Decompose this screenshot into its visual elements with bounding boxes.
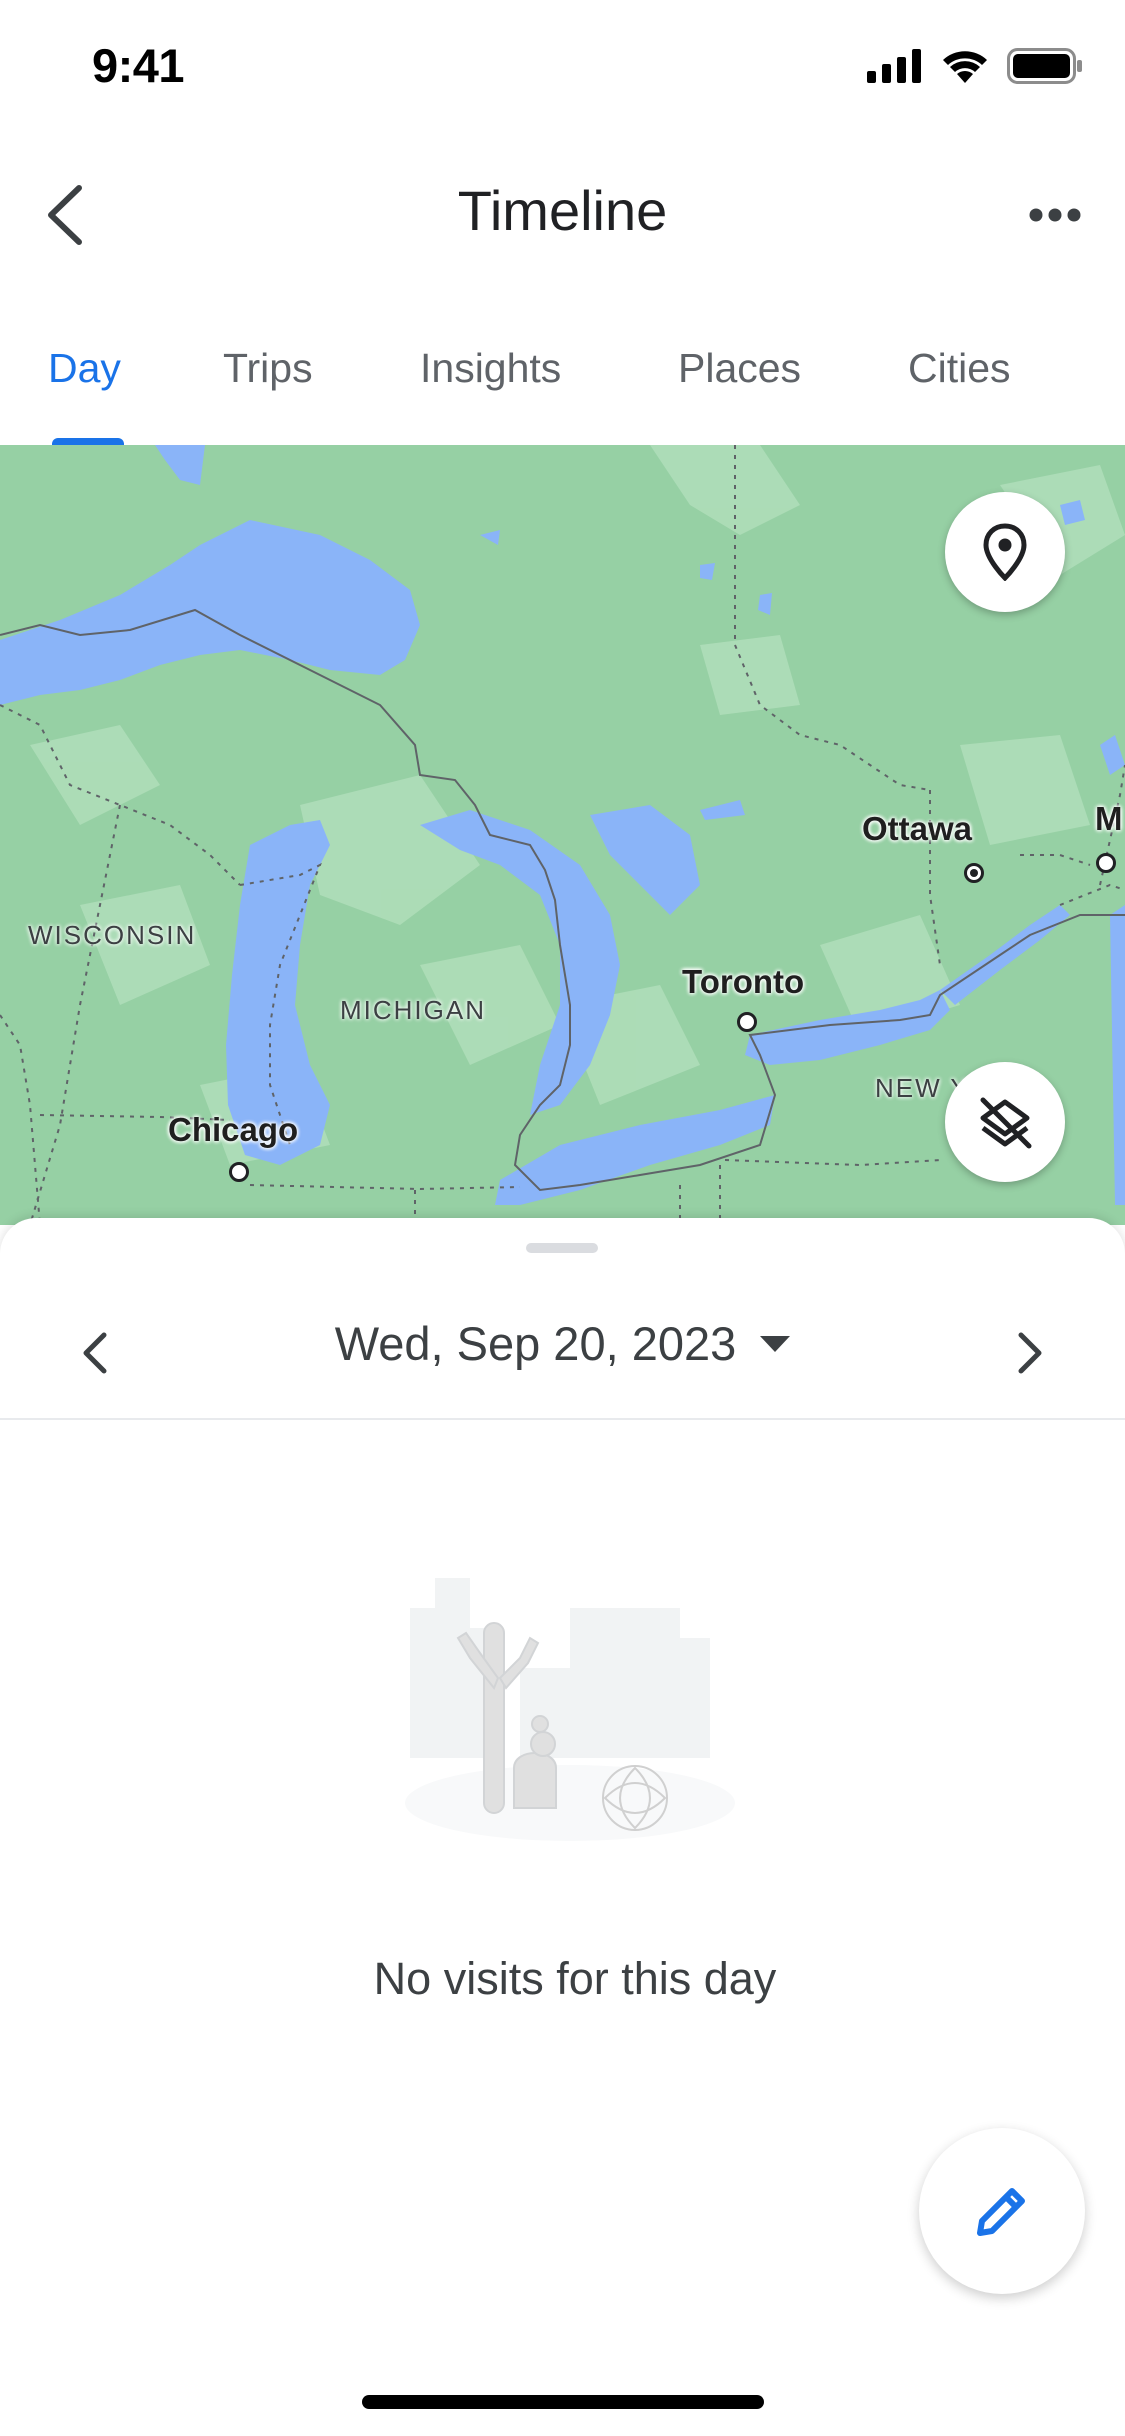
tab-places[interactable]: Places [678,345,801,392]
battery-icon [1007,48,1082,84]
tab-day[interactable]: Day [48,345,121,392]
date-picker-dropdown[interactable]: Wed, Sep 20, 2023 [0,1316,1125,1371]
map-region-label-michigan: MICHIGAN [340,995,486,1025]
tab-insights[interactable]: Insights [420,345,561,392]
map-city-label-chicago: Chicago [168,1111,299,1148]
map-view[interactable]: Ottawa M Toronto Chicago WISCONSIN MICHI… [0,445,1125,1225]
map-city-marker-toronto [737,1012,757,1032]
pencil-icon [977,2188,1025,2236]
tab-cities[interactable]: Cities [908,345,1011,392]
chevron-right-icon [1018,1332,1042,1374]
date-navigation: Wed, Sep 20, 2023 [0,1288,1125,1420]
timeline-screen: 9:41 Timeline Day Trips Insights Places … [0,0,1125,2436]
map-city-label-ottawa: Ottawa [862,810,973,847]
page-title: Timeline [457,179,668,242]
dropdown-arrow-icon [760,1335,791,1352]
cellular-signal-icon [867,49,921,83]
map-region-label-wisconsin: WISCONSIN [28,920,197,950]
map-city-label-toronto: Toronto [682,963,805,1000]
home-indicator[interactable] [362,2395,764,2409]
sheet-drag-handle[interactable] [526,1243,598,1253]
map-city-marker-ottawa [964,863,984,883]
status-time: 9:41 [92,39,185,92]
tab-trips[interactable]: Trips [223,345,313,392]
day-details-sheet: Wed, Sep 20, 2023 No visits for this day [0,1218,1125,2436]
empty-state-message: No visits for this day [373,1953,777,2004]
more-options-button[interactable] [1015,180,1095,250]
recenter-location-button[interactable] [945,492,1065,612]
status-bar: 9:41 [0,0,1125,140]
empty-state-illustration [390,1548,750,1863]
map-city-label-montreal: M [1095,800,1123,837]
status-icons [867,48,1083,84]
next-day-button[interactable] [995,1318,1065,1388]
map-city-marker-chicago [229,1162,249,1182]
header: Timeline [0,140,1125,290]
layers-off-icon [980,1097,1032,1149]
map-city-marker-montreal [1096,853,1116,873]
tab-bar: Day Trips Insights Places Cities [0,335,1125,446]
edit-timeline-button[interactable] [919,2128,1085,2294]
selected-date: Wed, Sep 20, 2023 [334,1317,737,1370]
desert-cactus-illustration [405,1578,735,1841]
toggle-map-layers-button[interactable] [945,1062,1065,1182]
location-pin-icon [983,523,1027,581]
wifi-icon [943,51,987,83]
more-horizontal-icon [1029,208,1081,222]
